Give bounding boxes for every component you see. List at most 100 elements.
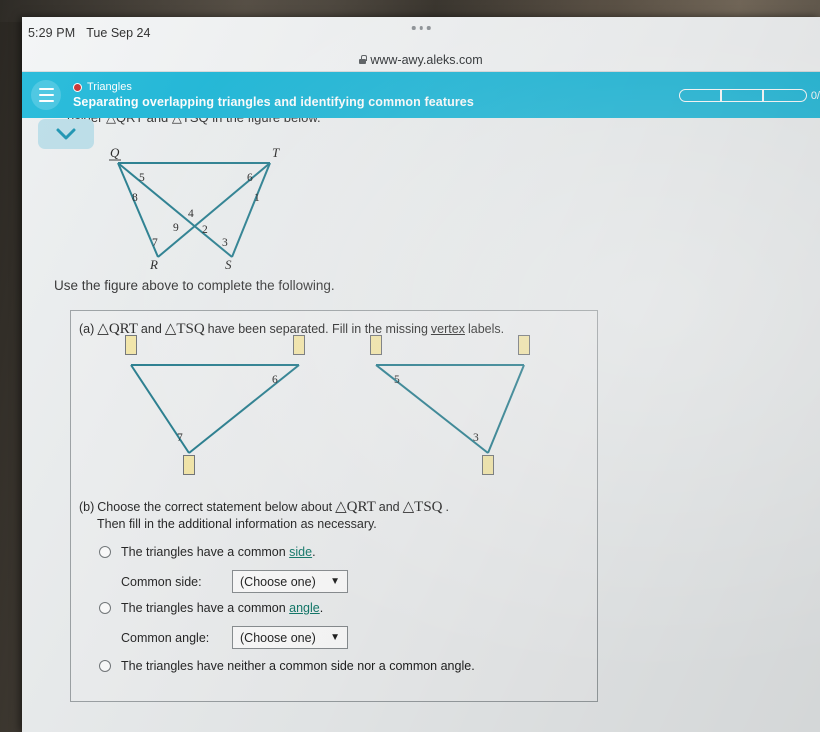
part-b-subprompt: Then fill in the additional information … bbox=[97, 517, 377, 531]
part-a-prompt: (a) △QRT and △TSQ have been separated. F… bbox=[79, 319, 504, 338]
angle-label: 7 bbox=[177, 432, 183, 444]
bar bbox=[38, 94, 54, 96]
three-dots-icon[interactable] bbox=[411, 26, 431, 30]
option-text-post: . bbox=[312, 545, 316, 559]
common-angle-dropdown[interactable]: (Choose one) ▼ bbox=[232, 626, 348, 649]
progress-segment bbox=[720, 89, 763, 102]
option-text: The triangles have a common side. bbox=[121, 545, 316, 559]
part-a-text-1: have been separated. Fill in the missing bbox=[207, 322, 428, 336]
part-b-triangle-1: △QRT bbox=[335, 499, 376, 515]
option-common-side[interactable]: The triangles have a common side. bbox=[99, 545, 316, 559]
angle-9: 9 bbox=[173, 222, 179, 234]
device-screen: 5:29 PM Tue Sep 24 www-awy.aleks.com Tri… bbox=[22, 17, 820, 732]
lock-icon bbox=[359, 55, 367, 64]
topic-status-dot-icon bbox=[73, 82, 82, 92]
angle-label: 6 bbox=[272, 374, 278, 386]
vertex-label-q: Q bbox=[110, 145, 120, 160]
bar bbox=[38, 88, 54, 90]
progress-count: 0/ bbox=[810, 89, 820, 102]
option-text: The triangles have neither a common side… bbox=[121, 659, 475, 673]
browser-url-bar[interactable]: www-awy.aleks.com bbox=[22, 48, 820, 72]
option-text-post: . bbox=[319, 601, 324, 615]
vertex-label-s: S bbox=[225, 257, 232, 271]
vertex-label-r: R bbox=[149, 257, 158, 271]
vertex-input-box[interactable] bbox=[183, 455, 195, 475]
part-b-panel: (b) Choose the correct statement below a… bbox=[70, 489, 598, 702]
angle-4: 4 bbox=[188, 208, 194, 220]
part-a-triangle-2: △TSQ bbox=[164, 321, 205, 337]
side-link[interactable]: side bbox=[289, 545, 312, 559]
chevron-down-icon: ▼ bbox=[330, 575, 340, 587]
common-angle-row: Common angle: (Choose one) ▼ bbox=[121, 626, 348, 649]
page-title: Separating overlapping triangles and ide… bbox=[73, 95, 474, 109]
common-side-label: Common side: bbox=[121, 574, 202, 589]
question-prompt: nsider △QRT and △TSQ in the figure below… bbox=[67, 118, 321, 126]
part-b-period: . bbox=[445, 500, 449, 514]
browser-status-bar: 5:29 PM Tue Sep 24 bbox=[22, 17, 820, 48]
header-topic: Triangles bbox=[87, 81, 132, 93]
photo-backdrop: 5:29 PM Tue Sep 24 www-awy.aleks.com Tri… bbox=[0, 0, 820, 732]
part-b-prompt: (b) Choose the correct statement below a… bbox=[79, 497, 449, 516]
vertex-input-box[interactable] bbox=[518, 335, 530, 355]
part-b-text-pre: Choose the correct statement below about bbox=[97, 500, 333, 514]
option-text: The triangles have a common angle. bbox=[121, 601, 323, 615]
dropdown-value: (Choose one) bbox=[240, 574, 316, 589]
angle-label: 3 bbox=[473, 432, 479, 444]
part-a-text-2: labels. bbox=[467, 322, 505, 336]
instruction-line: Use the figure above to complete the fol… bbox=[54, 278, 335, 293]
radio-button-common-side[interactable] bbox=[99, 546, 111, 558]
hamburger-menu-icon[interactable] bbox=[31, 80, 61, 110]
separated-triangle-2: 5 3 bbox=[356, 335, 556, 475]
angle-label: 5 bbox=[394, 374, 400, 386]
part-a-label: (a) bbox=[79, 322, 95, 336]
exercise-content: nsider △QRT and △TSQ in the figure below… bbox=[22, 118, 820, 732]
option-neither[interactable]: The triangles have neither a common side… bbox=[99, 659, 475, 673]
angle-5: 5 bbox=[139, 172, 145, 184]
dot bbox=[411, 26, 416, 30]
part-b-triangle-2: △TSQ bbox=[402, 499, 443, 515]
part-b-and: and bbox=[378, 500, 400, 514]
separated-triangle-1: 6 7 bbox=[109, 335, 319, 475]
vertex-input-box[interactable] bbox=[482, 455, 494, 475]
part-b-label: (b) bbox=[79, 500, 95, 514]
vertex-input-box[interactable] bbox=[125, 335, 137, 355]
angle-2: 2 bbox=[202, 224, 208, 236]
progress-segment bbox=[762, 89, 807, 102]
angle-3: 3 bbox=[222, 237, 228, 249]
dropdown-value: (Choose one) bbox=[240, 630, 316, 645]
radio-button-common-angle[interactable] bbox=[99, 602, 111, 614]
header-text-block: Triangles Separating overlapping triangl… bbox=[73, 81, 474, 109]
vertex-label-t: T bbox=[272, 145, 280, 160]
progress-bar: 0/ bbox=[678, 89, 820, 102]
status-time: 5:29 PM bbox=[28, 25, 76, 40]
vertex-input-box[interactable] bbox=[293, 335, 305, 355]
part-a-and: and bbox=[140, 322, 162, 336]
url-text: www-awy.aleks.com bbox=[370, 52, 483, 67]
angle-8: 8 bbox=[132, 192, 138, 204]
radio-button-neither[interactable] bbox=[99, 660, 111, 672]
angle-link[interactable]: angle bbox=[289, 601, 320, 615]
angle-6: 6 bbox=[247, 172, 253, 184]
status-date: Tue Sep 24 bbox=[86, 25, 151, 40]
dot bbox=[426, 26, 431, 30]
bar bbox=[38, 100, 54, 102]
dot bbox=[419, 26, 423, 30]
angle-1: 1 bbox=[254, 192, 260, 204]
progress-segment bbox=[678, 89, 721, 102]
option-common-angle[interactable]: The triangles have a common angle. bbox=[99, 601, 323, 615]
separated-triangles-row: 6 7 5 3 bbox=[71, 335, 597, 487]
app-header: Triangles Separating overlapping triangl… bbox=[22, 72, 820, 118]
option-text-pre: The triangles have a common bbox=[121, 545, 286, 559]
option-text-pre: The triangles have a common bbox=[121, 601, 286, 615]
common-side-dropdown[interactable]: (Choose one) ▼ bbox=[232, 570, 348, 593]
common-side-row: Common side: (Choose one) ▼ bbox=[121, 570, 348, 593]
part-a-panel: (a) △QRT and △TSQ have been separated. F… bbox=[70, 310, 598, 490]
chevron-down-icon: ▼ bbox=[330, 631, 340, 643]
overlapping-triangles-figure: Q T R S 5 6 8 1 4 9 2 7 3 bbox=[80, 141, 310, 276]
vertex-link[interactable]: vertex bbox=[431, 322, 465, 336]
url-wrapper: www-awy.aleks.com bbox=[359, 52, 483, 67]
common-angle-label: Common angle: bbox=[121, 630, 210, 645]
angle-7: 7 bbox=[152, 237, 158, 249]
vertex-input-box[interactable] bbox=[370, 335, 382, 355]
header-topic-row: Triangles bbox=[73, 81, 474, 93]
